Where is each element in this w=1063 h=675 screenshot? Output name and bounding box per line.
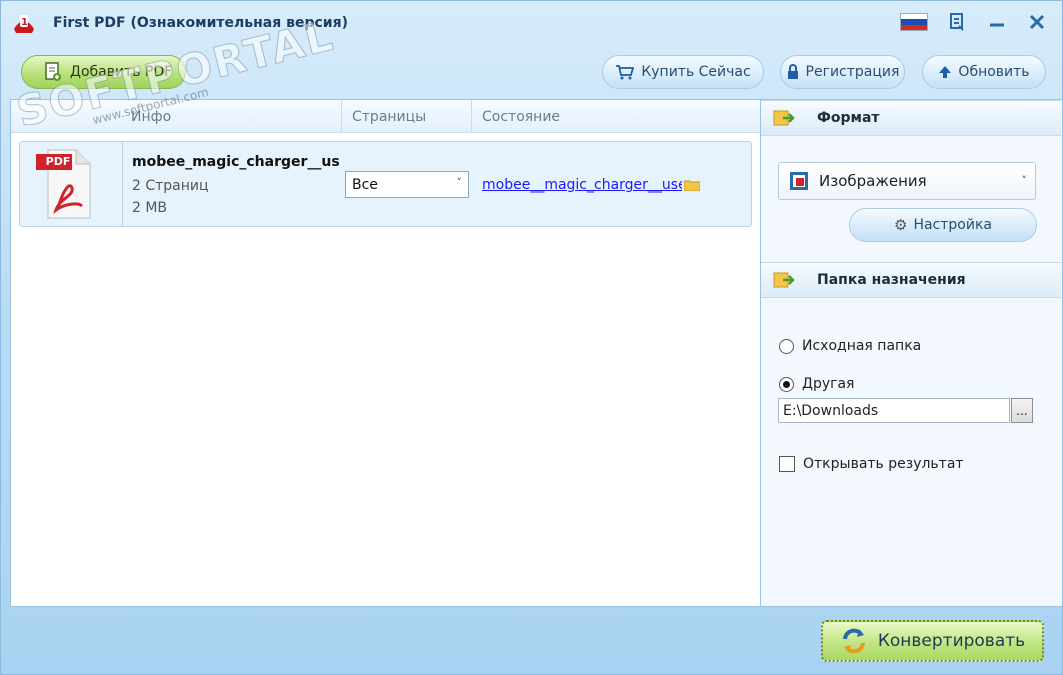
column-header-pages[interactable]: Страницы xyxy=(341,100,471,133)
other-folder-option[interactable]: Другая xyxy=(779,376,854,392)
source-folder-option[interactable]: Исходная папка xyxy=(779,338,921,354)
destination-path-input[interactable]: E:\Downloads xyxy=(778,398,1010,423)
app-logo-icon: 1 xyxy=(14,15,34,33)
chevron-down-icon: ˅ xyxy=(1021,174,1028,187)
format-settings-label: Настройка xyxy=(913,217,992,233)
browse-button[interactable]: ... xyxy=(1011,398,1033,423)
convert-label: Конвертировать xyxy=(877,631,1026,651)
title-controls xyxy=(900,11,1048,33)
destination-folder-icon xyxy=(773,272,795,288)
format-heading: Формат xyxy=(817,110,880,126)
open-result-label: Открывать результат xyxy=(803,456,964,472)
open-result-checkbox[interactable] xyxy=(779,456,795,472)
format-select[interactable]: Изображения ˅ xyxy=(778,162,1036,200)
file-list-header: Инфо Страницы Состояние xyxy=(11,100,760,133)
language-flag-icon[interactable] xyxy=(900,13,928,31)
column-header-status[interactable]: Состояние xyxy=(471,100,760,133)
page-range-select[interactable]: Все ˅ xyxy=(345,171,469,198)
destination-section-header: Папка назначения xyxy=(761,262,1061,298)
other-folder-radio[interactable] xyxy=(779,376,794,392)
buy-now-button[interactable]: Купить Сейчас xyxy=(602,55,764,89)
minimize-button[interactable] xyxy=(986,11,1008,33)
toolbar: Добавить PDF Купить Сейчас Регистрация О… xyxy=(1,47,1062,99)
open-result-option[interactable]: Открывать результат xyxy=(779,456,964,472)
file-name: mobee_magic_charger__user xyxy=(132,154,340,170)
update-button[interactable]: Обновить xyxy=(922,55,1046,89)
window-title: First PDF (Ознакомительная версия) xyxy=(53,15,348,31)
add-file-icon xyxy=(45,62,61,81)
feedback-icon[interactable] xyxy=(946,11,968,33)
other-folder-label: Другая xyxy=(802,376,855,392)
column-header-info[interactable]: Инфо xyxy=(121,100,341,133)
register-label: Регистрация xyxy=(805,64,900,80)
page-range-value: Все xyxy=(352,176,378,193)
file-pages: 2 Страниц xyxy=(132,178,209,194)
output-file-link[interactable]: mobee__magic_charger__user xyxy=(482,177,682,193)
title-bar: 1 First PDF (Ознакомительная версия) xyxy=(1,1,1062,47)
buy-now-label: Купить Сейчас xyxy=(641,64,751,80)
add-pdf-button[interactable]: Добавить PDF xyxy=(21,55,186,89)
cart-icon xyxy=(616,65,635,80)
gear-icon: ⚙ xyxy=(894,216,908,234)
upload-arrow-icon xyxy=(939,66,952,78)
format-value: Изображения xyxy=(819,172,927,190)
lock-icon xyxy=(787,64,798,79)
file-size: 2 MB xyxy=(132,200,168,216)
settings-panel: Формат Изображения ˅ ⚙ Настройка Папка н… xyxy=(761,99,1063,607)
app-window: 1 First PDF (Ознакомительная версия) Доб… xyxy=(0,0,1063,675)
source-folder-label: Исходная папка xyxy=(802,338,922,354)
source-folder-radio[interactable] xyxy=(779,338,794,354)
format-settings-button[interactable]: ⚙ Настройка xyxy=(849,208,1037,242)
file-row[interactable]: PDF mobee_magic_charger__user 2 Страниц … xyxy=(19,141,752,227)
image-format-icon xyxy=(790,172,808,190)
file-list-panel: Инфо Страницы Состояние PDF mobee_magic_… xyxy=(10,99,761,607)
register-button[interactable]: Регистрация xyxy=(780,55,905,89)
update-label: Обновить xyxy=(958,64,1030,80)
add-pdf-label: Добавить PDF xyxy=(70,64,173,80)
destination-heading: Папка назначения xyxy=(817,272,966,288)
row-divider xyxy=(122,142,123,226)
convert-button[interactable]: Конвертировать xyxy=(821,620,1044,662)
pdf-thumb-label: PDF xyxy=(45,155,71,168)
convert-refresh-icon xyxy=(842,628,865,654)
format-section-header: Формат xyxy=(761,100,1061,136)
format-icon xyxy=(773,110,795,126)
chevron-down-icon: ˅ xyxy=(456,176,463,189)
close-button[interactable] xyxy=(1026,11,1048,33)
folder-icon[interactable] xyxy=(684,179,700,191)
svg-text:1: 1 xyxy=(21,17,28,28)
